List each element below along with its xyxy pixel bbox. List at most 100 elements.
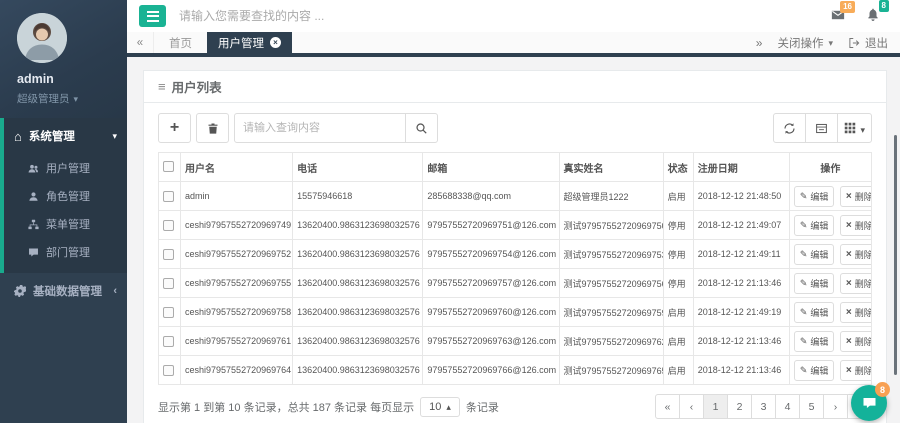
card-view-icon <box>815 122 828 135</box>
page-first-button[interactable]: « <box>655 394 680 419</box>
close-operations-dropdown[interactable]: 关闭操作 <box>777 35 833 51</box>
row-checkbox[interactable] <box>163 365 174 376</box>
page-button-1[interactable]: 1 <box>703 394 728 419</box>
bell-icon[interactable]: 8 <box>866 7 880 25</box>
x-icon <box>846 249 852 260</box>
search-icon <box>415 122 428 135</box>
cell-phone: 13620400.9863123698032576 <box>293 269 423 298</box>
edit-button[interactable]: 编辑 <box>794 360 835 381</box>
pencil-icon <box>800 365 808 376</box>
cell-date: 2018-12-12 21:48:50 <box>693 182 789 211</box>
cell-email: 97957552720969757@126.com <box>423 269 559 298</box>
edit-button[interactable]: 编辑 <box>794 302 835 323</box>
cell-phone: 13620400.9863123698032576 <box>293 356 423 385</box>
sidebar-item-label: 菜单管理 <box>46 216 90 232</box>
toggle-view-button[interactable] <box>805 113 838 143</box>
edit-button[interactable]: 编辑 <box>794 186 835 207</box>
chevron-down-icon <box>112 130 117 142</box>
sidebar-nav: 系统管理 用户管理 角色管理 菜单管理 <box>0 118 127 309</box>
sidebar-item-system-management[interactable]: 系统管理 <box>4 118 127 154</box>
cell-username: ceshi97957552720969749 <box>181 211 293 240</box>
user-list-panel: 用户列表 <box>143 70 887 423</box>
sidebar-item-department-management[interactable]: 部门管理 <box>4 238 127 266</box>
refresh-button[interactable] <box>773 113 806 143</box>
tab-home[interactable]: 首页 <box>154 32 207 53</box>
row-checkbox[interactable] <box>163 220 174 231</box>
table-search-input[interactable] <box>234 113 406 143</box>
tab-user-management[interactable]: 用户管理 <box>207 32 292 53</box>
tabs-scroll-left-icon[interactable] <box>127 32 154 53</box>
columns-dropdown-button[interactable] <box>837 113 872 143</box>
table-search-button[interactable] <box>405 113 438 143</box>
delete-button[interactable]: 删除 <box>840 360 872 381</box>
sidebar-item-menu-management[interactable]: 菜单管理 <box>4 210 127 238</box>
comment-icon <box>28 247 39 258</box>
cell-realname: 测试97957552720969765 <box>559 356 663 385</box>
cell-email: 97957552720969763@126.com <box>423 327 559 356</box>
sidebar-item-basic-data-management[interactable]: 基础数据管理 <box>0 273 127 309</box>
avatar[interactable] <box>17 13 67 63</box>
page-button-5[interactable]: 5 <box>799 394 824 419</box>
user-table: 用户名 电话 邮箱 真实姓名 状态 注册日期 操作 <box>158 152 872 385</box>
cell-date: 2018-12-12 21:49:07 <box>693 211 789 240</box>
pencil-icon <box>800 307 808 318</box>
sidebar-item-role-management[interactable]: 角色管理 <box>4 182 127 210</box>
delete-label: 删除 <box>855 364 872 377</box>
profile-role-dropdown[interactable]: 超级管理员 <box>17 91 117 106</box>
cell-email: 97957552720969754@126.com <box>423 240 559 269</box>
table-scrollbar[interactable] <box>894 135 897 375</box>
close-tab-icon[interactable] <box>270 37 281 48</box>
delete-button[interactable]: 删除 <box>840 215 872 236</box>
cell-date: 2018-12-12 21:49:19 <box>693 298 789 327</box>
row-checkbox[interactable] <box>163 191 174 202</box>
page-size-select[interactable]: 10 <box>420 397 460 417</box>
delete-button[interactable]: 删除 <box>840 302 872 323</box>
cell-username: ceshi97957552720969755 <box>181 269 293 298</box>
cell-email: 97957552720969766@126.com <box>423 356 559 385</box>
sidebar-item-label: 系统管理 <box>29 128 75 144</box>
page-button-4[interactable]: 4 <box>775 394 800 419</box>
edit-label: 编辑 <box>810 335 828 348</box>
row-checkbox[interactable] <box>163 336 174 347</box>
cell-phone: 13620400.9863123698032576 <box>293 240 423 269</box>
tab-actions: 关闭操作 退出 <box>756 32 900 53</box>
delete-selected-button[interactable] <box>196 113 229 143</box>
edit-button[interactable]: 编辑 <box>794 273 835 294</box>
record-info: 显示第 1 到第 10 条记录，总共 187 条记录 每页显示 <box>158 399 414 415</box>
edit-label: 编辑 <box>810 219 828 232</box>
cell-username: ceshi97957552720969764 <box>181 356 293 385</box>
delete-button[interactable]: 删除 <box>840 244 872 265</box>
page-next-button[interactable]: › <box>823 394 848 419</box>
row-checkbox[interactable] <box>163 249 174 260</box>
col-header-email: 邮箱 <box>423 153 559 182</box>
edit-button[interactable]: 编辑 <box>794 331 835 352</box>
page-prev-button[interactable]: ‹ <box>679 394 704 419</box>
delete-button[interactable]: 删除 <box>840 331 872 352</box>
table-row: ceshi97957552720969761 13620400.98631236… <box>159 327 872 356</box>
chat-fab-button[interactable]: 8 <box>851 385 887 421</box>
delete-button[interactable]: 删除 <box>840 186 872 207</box>
delete-button[interactable]: 删除 <box>840 273 872 294</box>
row-checkbox[interactable] <box>163 278 174 289</box>
delete-label: 删除 <box>855 219 872 232</box>
logout-button[interactable]: 退出 <box>848 35 888 51</box>
page-button-3[interactable]: 3 <box>751 394 776 419</box>
table-row: ceshi97957552720969749 13620400.98631236… <box>159 211 872 240</box>
content-area: 用户列表 <box>127 57 900 423</box>
select-all-checkbox[interactable] <box>163 161 174 172</box>
x-icon <box>846 220 852 231</box>
mail-icon[interactable]: 16 <box>830 8 846 25</box>
sidebar-item-user-management[interactable]: 用户管理 <box>4 154 127 182</box>
cell-realname: 测试97957552720969753 <box>559 240 663 269</box>
cell-email: 285688338@qq.com <box>423 182 559 211</box>
sidebar-toggle-button[interactable] <box>139 5 166 27</box>
row-checkbox[interactable] <box>163 307 174 318</box>
global-search-input[interactable] <box>179 9 830 23</box>
tabs-scroll-right-icon[interactable] <box>756 36 763 50</box>
add-button[interactable] <box>158 113 191 143</box>
edit-button[interactable]: 编辑 <box>794 244 835 265</box>
edit-button[interactable]: 编辑 <box>794 215 835 236</box>
cell-status: 启用 <box>663 356 693 385</box>
table-row: ceshi97957552720969755 13620400.98631236… <box>159 269 872 298</box>
page-button-2[interactable]: 2 <box>727 394 752 419</box>
